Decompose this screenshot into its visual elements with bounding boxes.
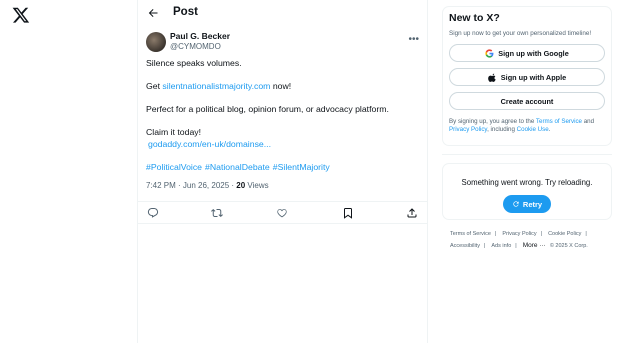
share-icon[interactable] bbox=[406, 207, 418, 219]
tweet-actions bbox=[138, 201, 427, 224]
tweet-author: Paul G. Becker @CYMOMDO ••• bbox=[138, 30, 427, 58]
google-signup-label: Sign up with Google bbox=[498, 48, 569, 58]
footer-separator: | bbox=[540, 231, 543, 237]
footer-terms-link[interactable]: Terms of Service bbox=[450, 231, 491, 237]
terms-text: and bbox=[582, 118, 595, 125]
privacy-policy-link[interactable]: Privacy Policy bbox=[449, 126, 487, 133]
x-logo-icon[interactable] bbox=[12, 6, 30, 24]
avatar[interactable] bbox=[146, 32, 166, 52]
footer-separator: | bbox=[515, 243, 517, 249]
left-nav bbox=[0, 0, 137, 343]
terms-text: By signing up, you agree to the bbox=[449, 118, 536, 125]
footer-more-button[interactable]: More ··· bbox=[523, 242, 546, 249]
tweet-line: Get silentnationalistmajority.com now! bbox=[146, 81, 419, 92]
tweet-line: godaddy.com/en-uk/domainse... bbox=[146, 139, 419, 150]
error-message: Something went wrong. Try reloading. bbox=[461, 178, 593, 187]
terms-of-service-link[interactable]: Terms of Service bbox=[536, 118, 582, 125]
error-card: Something went wrong. Try reloading. Ret… bbox=[442, 163, 612, 220]
author-handle[interactable]: @CYMOMDO bbox=[170, 42, 221, 51]
apple-signup-label: Sign up with Apple bbox=[500, 72, 567, 82]
google-signup-button[interactable]: Sign up with Google bbox=[449, 44, 605, 62]
views-label: Views bbox=[245, 181, 269, 190]
post-column: Post Paul G. Becker @CYMOMDO ••• Silence… bbox=[137, 0, 428, 343]
hashtag-silent-majority[interactable]: #SilentMajority bbox=[273, 162, 330, 172]
retweet-icon[interactable] bbox=[211, 207, 223, 219]
tweet-text-fragment: Get bbox=[146, 81, 163, 91]
footer-copyright: © 2025 X Corp. bbox=[549, 243, 588, 249]
signup-subtitle: Sign up now to get your own personalized… bbox=[449, 30, 592, 37]
footer-accessibility-link[interactable]: Accessibility bbox=[450, 243, 480, 249]
terms-text: , including bbox=[487, 126, 517, 133]
retry-button[interactable]: Retry bbox=[502, 195, 552, 213]
signup-title: New to X? bbox=[449, 12, 500, 24]
footer-separator: | bbox=[483, 243, 486, 249]
tweet-line: Silence speaks volumes. bbox=[146, 58, 242, 68]
right-sidebar: New to X? Sign up now to get your own pe… bbox=[442, 0, 612, 343]
sidebar-divider bbox=[442, 154, 612, 155]
tweet-timestamp[interactable]: 7:42 PM · Jun 26, 2025 · bbox=[146, 181, 236, 190]
footer-cookie-link[interactable]: Cookie Policy bbox=[548, 231, 581, 237]
like-icon[interactable] bbox=[276, 207, 288, 219]
retry-label: Retry bbox=[522, 199, 543, 209]
footer-separator: | bbox=[494, 231, 497, 237]
page-title: Post bbox=[173, 6, 198, 18]
footer-links: Terms of Service | Privacy Policy | Cookie P… bbox=[450, 229, 610, 252]
cookie-use-link[interactable]: Cookie Use bbox=[517, 126, 549, 133]
tweet-line: Perfect for a political blog, opinion fo… bbox=[146, 104, 389, 114]
footer-separator: | bbox=[585, 231, 587, 237]
refresh-icon bbox=[513, 201, 519, 207]
godaddy-link[interactable]: godaddy.com/en-uk/domainse... bbox=[148, 139, 271, 149]
more-options-icon[interactable]: ••• bbox=[408, 34, 419, 45]
create-account-label: Create account bbox=[500, 96, 554, 106]
back-arrow-icon[interactable] bbox=[147, 7, 159, 19]
signup-terms: By signing up, you agree to the Terms of… bbox=[449, 118, 605, 134]
post-header: Post bbox=[138, 0, 427, 27]
terms-text: . bbox=[548, 126, 551, 133]
apple-signup-button[interactable]: Sign up with Apple bbox=[449, 68, 605, 86]
hashtag-national-debate[interactable]: #NationalDebate bbox=[205, 162, 270, 172]
footer-privacy-link[interactable]: Privacy Policy bbox=[502, 231, 536, 237]
reply-icon[interactable] bbox=[147, 207, 159, 219]
google-icon bbox=[485, 48, 494, 58]
views-count: 20 bbox=[236, 181, 246, 190]
domain-link[interactable]: silentnationalistmajority.com bbox=[162, 81, 270, 91]
create-account-button[interactable]: Create account bbox=[449, 92, 605, 110]
author-name[interactable]: Paul G. Becker bbox=[170, 31, 230, 41]
bookmark-icon[interactable] bbox=[342, 207, 354, 219]
tweet-line: Claim it today! bbox=[146, 127, 202, 137]
hashtag-political-voice[interactable]: #PoliticalVoice bbox=[146, 162, 202, 172]
hashtags: #PoliticalVoice #NationalDebate #SilentMaj… bbox=[146, 162, 419, 173]
tweet-text-fragment: now! bbox=[270, 81, 292, 91]
signup-card: New to X? Sign up now to get your own pe… bbox=[442, 6, 612, 146]
apple-icon bbox=[487, 73, 496, 82]
footer-ads-link[interactable]: Ads info bbox=[491, 243, 511, 249]
tweet-text: Silence speaks volumes. Get silentnation… bbox=[138, 58, 427, 173]
tweet-meta: 7:42 PM · Jun 26, 2025 · 20 Views bbox=[138, 181, 427, 196]
